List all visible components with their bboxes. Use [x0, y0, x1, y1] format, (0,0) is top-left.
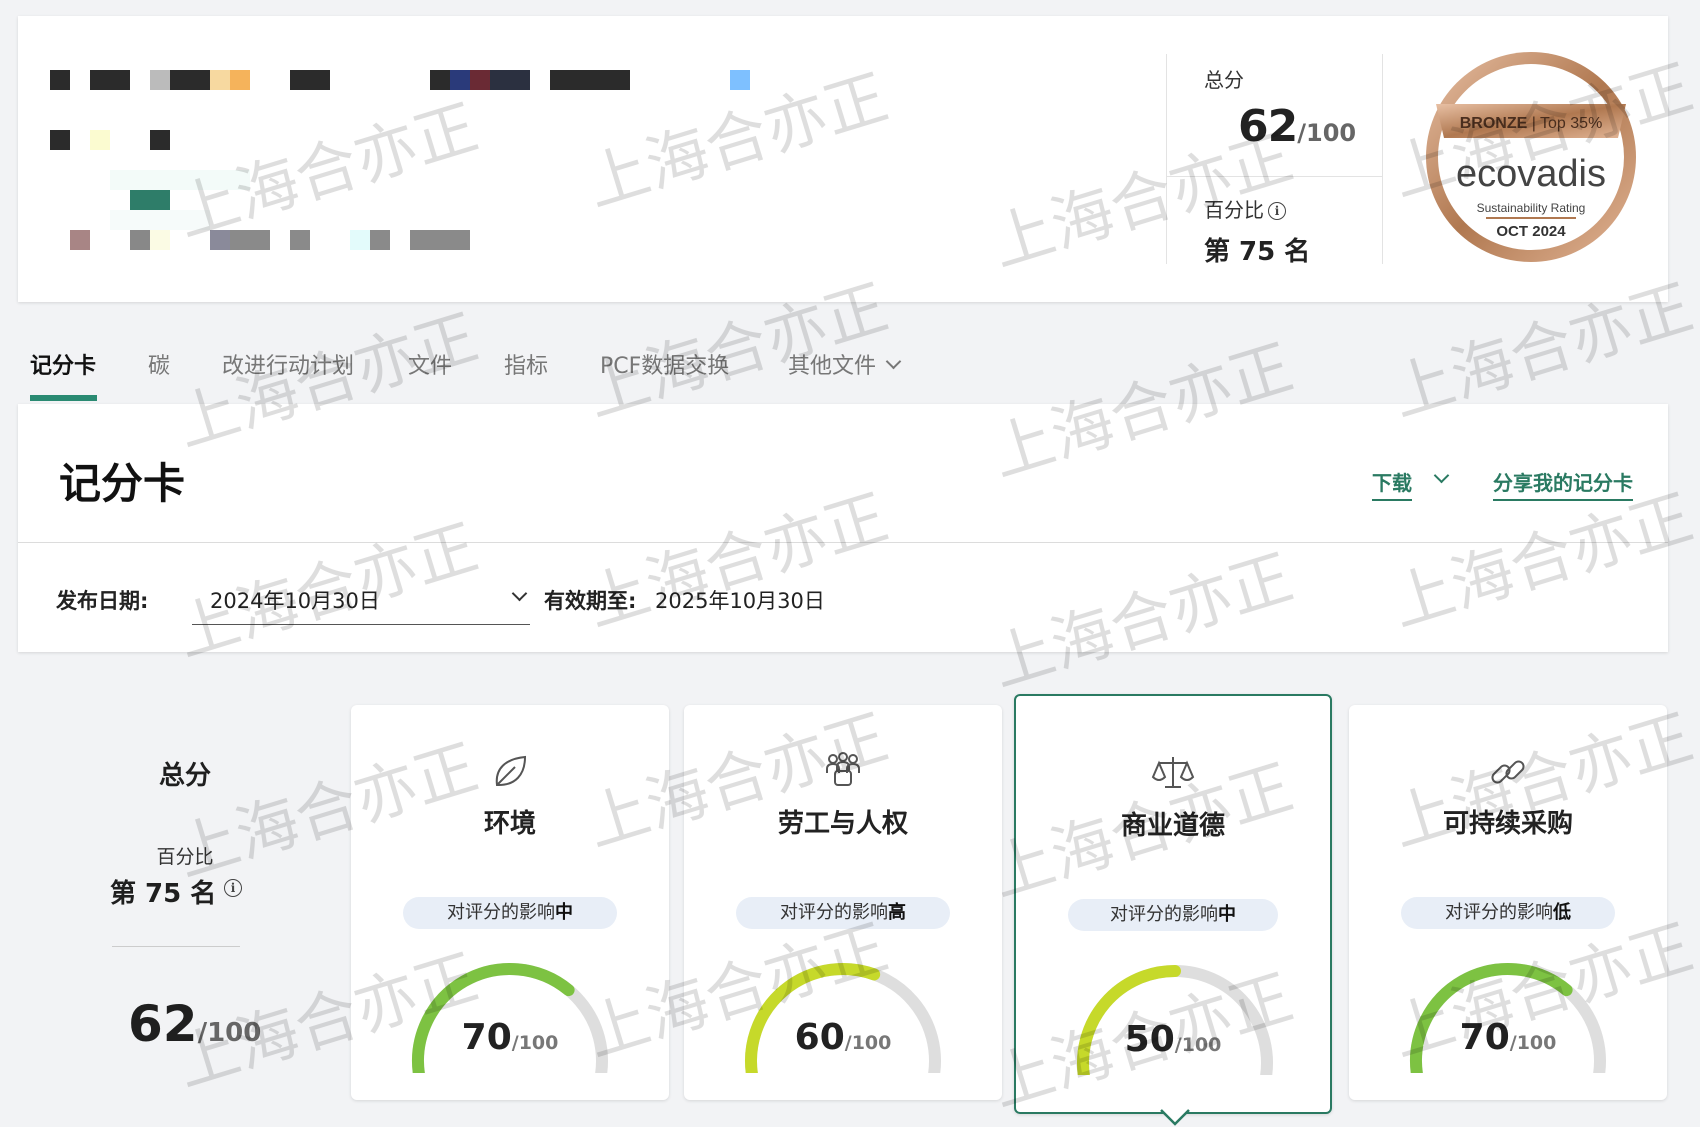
scales-icon	[1016, 753, 1330, 799]
theme-name: 劳工与人权	[777, 809, 908, 839]
header-divider	[1166, 176, 1382, 177]
theme-score: 50/100	[1124, 1019, 1222, 1060]
percentile-label: 百分比 i	[1204, 194, 1310, 223]
medal-level: BRONZE	[1460, 115, 1528, 132]
publish-date-label: 发布日期:	[56, 589, 149, 613]
theme-score: 70/100	[1459, 1017, 1557, 1058]
percentile-rank: 第 75 名	[1204, 237, 1311, 267]
theme-name: 环境	[483, 809, 536, 839]
overall-percentile-label: 百分比	[156, 846, 214, 868]
share-scorecard-link[interactable]: 分享我的记分卡	[1493, 467, 1633, 501]
tab-other-files[interactable]: 其他文件	[788, 348, 902, 380]
info-icon[interactable]: i	[224, 879, 242, 897]
header-divider	[1166, 54, 1167, 264]
active-tab-indicator	[30, 395, 97, 401]
ecovadis-bronze-medal: BRONZE | Top 35% ecovadis Sustainability…	[1426, 52, 1636, 262]
theme-card[interactable]: 劳工与人权 对评分的影响高 60/100	[684, 705, 1002, 1100]
tab-scorecard[interactable]: 记分卡	[30, 348, 96, 380]
medal-subtitle: Sustainability Rating	[1477, 201, 1586, 215]
theme-card[interactable]: 商业道德 对评分的影响中 50/100	[1014, 694, 1332, 1114]
company-header-card: 总分 62/100 百分比 i 第 75 名 BRONZE | Top 35% e…	[18, 16, 1668, 302]
impact-badge: 对评分的影响中	[1068, 899, 1278, 931]
impact-badge: 对评分的影响中	[403, 897, 617, 929]
publish-date-value: 2024年10月30日	[210, 589, 380, 613]
card-divider	[18, 542, 1668, 543]
theme-card[interactable]: 环境 对评分的影响中 70/100	[351, 705, 669, 1100]
tab-improvement-plan[interactable]: 改进行动计划	[222, 348, 354, 380]
impact-badge: 对评分的影响低	[1401, 897, 1615, 929]
leaf-icon	[351, 751, 669, 797]
tab-documents[interactable]: 文件	[408, 348, 452, 380]
download-button[interactable]: 下载	[1372, 467, 1412, 501]
overall-score-value: 62/100	[128, 995, 262, 1053]
chevron-down-icon	[511, 585, 528, 602]
impact-badge: 对评分的影响高	[736, 897, 950, 929]
overall-score-panel: 总分 百分比 第 75 名 i 62/100	[100, 755, 270, 1055]
info-icon[interactable]: i	[1268, 202, 1286, 220]
theme-name: 商业道德	[1120, 811, 1225, 841]
theme-card[interactable]: 可持续采购 对评分的影响低 70/100	[1349, 705, 1667, 1100]
medal-date: OCT 2024	[1496, 223, 1566, 240]
tab-carbon[interactable]: 碳	[148, 348, 170, 380]
publish-date-select[interactable]: 2024年10月30日	[192, 576, 530, 625]
chevron-down-icon[interactable]	[1433, 467, 1450, 484]
page-title: 记分卡	[59, 459, 186, 508]
chain-link-icon	[1349, 751, 1667, 797]
overall-rank: 第 75 名	[110, 879, 217, 909]
theme-score: 70/100	[461, 1017, 559, 1058]
overall-title: 总分	[158, 761, 211, 791]
chevron-down-icon	[885, 353, 902, 370]
valid-until-label: 有效期至:	[544, 589, 637, 613]
header-divider	[1382, 54, 1383, 264]
overall-divider	[112, 946, 240, 947]
total-score-value: 62/100	[1238, 101, 1357, 152]
theme-name: 可持续采购	[1442, 809, 1573, 839]
theme-score: 60/100	[794, 1017, 892, 1058]
svg-text:BRONZE | Top 35%: BRONZE | Top 35%	[1460, 115, 1603, 132]
medal-top: Top 35%	[1540, 115, 1602, 132]
tab-pcf-exchange[interactable]: PCF数据交换	[600, 348, 729, 380]
valid-until-value: 2025年10月30日	[655, 589, 825, 613]
total-score-label: 总分	[1204, 68, 1244, 92]
scorecard-card: 记分卡 下载 分享我的记分卡 发布日期: 2024年10月30日 有效期至: 2…	[18, 404, 1668, 652]
tab-indicators[interactable]: 指标	[504, 348, 548, 380]
selected-card-pointer	[1160, 1109, 1190, 1126]
people-icon	[684, 751, 1002, 797]
medal-brand: ecovadis	[1456, 153, 1606, 195]
